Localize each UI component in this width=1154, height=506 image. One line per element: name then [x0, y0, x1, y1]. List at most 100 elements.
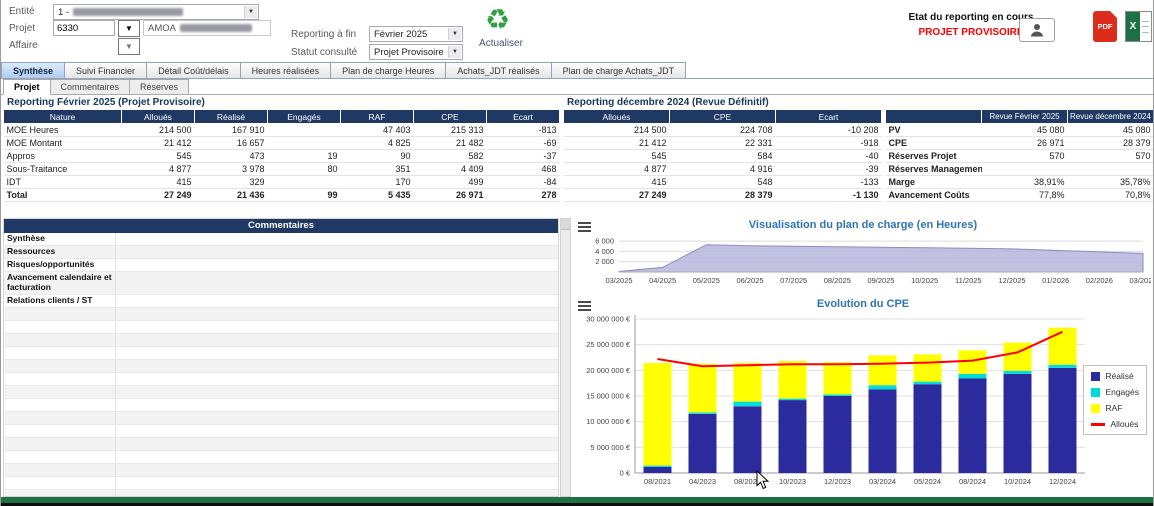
- comment-row[interactable]: [4, 399, 558, 412]
- reporting-previous-title: Reporting décembre 2024 (Revue Définitif…: [563, 96, 881, 109]
- subtab-commentaires[interactable]: Commentaires: [51, 79, 131, 95]
- comment-row[interactable]: [4, 360, 558, 373]
- legend-item: Engagés: [1091, 387, 1139, 397]
- table-cell: 45 080: [1068, 124, 1154, 137]
- comment-row[interactable]: Risques/opportunités: [4, 259, 558, 272]
- excel-export-icon[interactable]: X: [1125, 11, 1152, 42]
- column-header: Ecart: [776, 110, 882, 124]
- comment-value: [116, 347, 558, 359]
- comment-row[interactable]: [4, 386, 558, 399]
- table-cell: 47 403: [341, 124, 414, 137]
- table-cell: Réserves Projet: [886, 150, 982, 163]
- svg-text:30 000 000 €: 30 000 000 €: [586, 315, 631, 324]
- comment-row[interactable]: [4, 490, 558, 497]
- tab-achats-jdt-r-alis-s[interactable]: Achats_JDT réalisés: [446, 62, 551, 79]
- svg-text:04/2025: 04/2025: [649, 276, 676, 285]
- comment-row[interactable]: [4, 425, 558, 438]
- pdf-icon-label: PDF: [1098, 22, 1113, 31]
- comment-row[interactable]: Avancement calendaire et facturation: [4, 272, 558, 295]
- table-cell: 77,8%: [982, 189, 1068, 202]
- chart-menu-icon[interactable]: [578, 301, 591, 313]
- table-row: Réserves Projet570570: [886, 150, 1154, 163]
- svg-text:0 €: 0 €: [620, 469, 631, 478]
- tab-plan-de-charge-achats-jdt[interactable]: Plan de charge Achats_JDT: [552, 62, 687, 79]
- comment-row[interactable]: Ressources: [4, 246, 558, 259]
- projet-dropdown-button[interactable]: ▼: [118, 20, 140, 37]
- comment-row[interactable]: [4, 334, 558, 347]
- table-cell: 582: [414, 150, 487, 163]
- comment-row[interactable]: [4, 308, 558, 321]
- comment-value: [116, 386, 558, 398]
- table-cell: -918: [776, 137, 882, 150]
- summary-table: Revue Février 2025Revue décembre 2024PV4…: [885, 109, 1154, 202]
- summary-panel: Revue Février 2025Revue décembre 2024PV4…: [885, 96, 1153, 202]
- table-cell: Appros: [4, 150, 122, 163]
- reporting-previous-panel: Reporting décembre 2024 (Revue Définitif…: [563, 96, 881, 202]
- tab-suivi-financier[interactable]: Suivi Financier: [65, 62, 147, 79]
- table-row: Appros5454731990582-37: [4, 150, 560, 163]
- column-header: Ecart: [487, 110, 560, 124]
- pdf-export-icon[interactable]: PDF: [1093, 11, 1117, 42]
- table-cell: [982, 163, 1068, 176]
- comment-row[interactable]: [4, 438, 558, 451]
- comment-row[interactable]: [4, 451, 558, 464]
- plan-de-charge-chart-panel: Visualisation du plan de charge (en Heur…: [573, 218, 1153, 297]
- table-cell: 99: [268, 189, 341, 202]
- svg-text:08/2025: 08/2025: [824, 276, 851, 285]
- table-cell: 570: [982, 150, 1068, 163]
- reporting-previous-table: AllouésCPEEcart214 500224 708-10 20821 4…: [563, 109, 882, 202]
- entite-select[interactable]: 1 - ▼: [53, 4, 259, 20]
- refresh-recycle-icon[interactable]: ♻: [485, 6, 510, 34]
- subtab-r-serves[interactable]: Réserves: [130, 79, 189, 95]
- svg-text:03/2024: 03/2024: [869, 477, 896, 486]
- reporting-fin-select[interactable]: Février 2025 ▼: [369, 26, 463, 42]
- comment-row[interactable]: Synthèse: [4, 233, 558, 246]
- chart-menu-icon[interactable]: [578, 222, 591, 234]
- table-row: 21 41222 331-918: [564, 137, 882, 150]
- tab-d-tail-co-t-d-lais[interactable]: Détail Coût/délais: [147, 62, 241, 79]
- table-cell: 26 971: [414, 189, 487, 202]
- table-cell: Total: [4, 189, 122, 202]
- legend-swatch: [1091, 423, 1105, 426]
- comment-row[interactable]: [4, 373, 558, 386]
- table-cell: -84: [487, 176, 560, 189]
- table-cell: 4 877: [122, 163, 195, 176]
- comment-row[interactable]: [4, 477, 558, 490]
- table-cell: 5 435: [341, 189, 414, 202]
- table-cell: -10 208: [776, 124, 882, 137]
- tab-synth-se[interactable]: Synthèse: [1, 62, 65, 79]
- table-cell: [268, 124, 341, 137]
- comment-value: [116, 412, 558, 424]
- comment-row[interactable]: [4, 321, 558, 334]
- comment-row[interactable]: Relations clients / ST: [4, 295, 558, 308]
- redacted-text: [73, 8, 183, 16]
- table-cell: 38,91%: [982, 176, 1068, 189]
- reporting-current-title: Reporting Février 2025 (Projet Provisoir…: [3, 96, 559, 109]
- svg-text:6 000: 6 000: [595, 237, 614, 246]
- column-header: CPE: [414, 110, 487, 124]
- table-row: 4 8774 916-39: [564, 163, 882, 176]
- tab-plan-de-charge-heures[interactable]: Plan de charge Heures: [331, 62, 446, 79]
- projet-input[interactable]: [53, 20, 115, 36]
- statut-select[interactable]: Projet Provisoire ▼: [369, 44, 463, 60]
- table-cell: 415: [564, 176, 670, 189]
- user-button[interactable]: [1019, 18, 1055, 42]
- subtab-projet[interactable]: Projet: [3, 79, 51, 95]
- plan-de-charge-chart: 2 0004 0006 00003/202504/202505/202506/2…: [573, 232, 1151, 295]
- table-cell: 19: [268, 150, 341, 163]
- tab-heures-r-alis-es[interactable]: Heures réalisées: [241, 62, 332, 79]
- comment-row[interactable]: [4, 412, 558, 425]
- comment-row[interactable]: [4, 347, 558, 360]
- comment-category-label: Synthèse: [4, 233, 116, 245]
- chart-legend: RéaliséEngagésRAFAlloués: [1083, 365, 1147, 435]
- affaire-dropdown-button[interactable]: ▼: [118, 38, 140, 55]
- table-cell: -39: [776, 163, 882, 176]
- comment-value: [116, 477, 558, 489]
- vertical-scrollbar[interactable]: [560, 218, 571, 497]
- table-cell: 214 500: [564, 124, 670, 137]
- comment-row[interactable]: [4, 464, 558, 477]
- scrollbar-handle[interactable]: [561, 219, 570, 230]
- column-header: CPE: [670, 110, 776, 124]
- svg-text:10/2025: 10/2025: [911, 276, 938, 285]
- table-cell: -133: [776, 176, 882, 189]
